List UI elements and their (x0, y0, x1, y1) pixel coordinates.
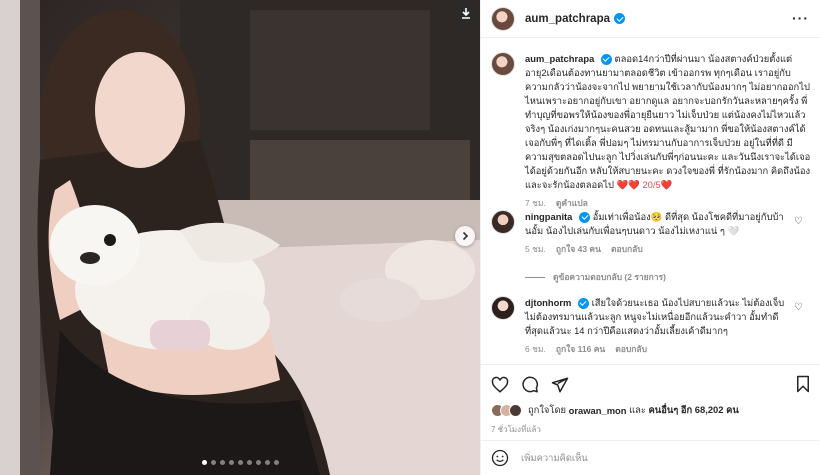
post-username[interactable]: aum_patchrapa (525, 13, 610, 25)
comment-likes[interactable]: ถูกใจ 43 คน (556, 242, 601, 256)
likes-user[interactable]: orawan_mon (569, 405, 627, 416)
photo-scene (0, 0, 480, 475)
verified-icon (579, 211, 591, 223)
add-comment-bar: เพิ่มความคิดเห็น (481, 440, 820, 475)
heart-icon[interactable]: ♡ (794, 216, 803, 227)
avatar[interactable] (491, 210, 515, 234)
avatar (509, 404, 522, 417)
avatar[interactable] (491, 52, 515, 76)
caption-hearts: ❤️❤️ 20/5❤️ (616, 179, 673, 190)
post-side-panel: aum_patchrapa ··· aum_patchrapa ตลอด14กว… (480, 0, 820, 475)
comment-icon[interactable] (521, 376, 539, 394)
caption-time: 7 ชม. (525, 198, 546, 208)
carousel-dot (219, 460, 225, 465)
post-photo (0, 0, 480, 475)
verified-icon (614, 13, 626, 24)
more-icon[interactable]: ··· (792, 10, 809, 26)
see-translation-link[interactable]: ดูคำแปล (556, 196, 588, 210)
view-replies[interactable]: ดูข้อความตอบกลับ (2 รายการ) (525, 270, 666, 284)
comment-time: 6 ชม. (525, 344, 546, 354)
post-time: 7 ชั่วโมงที่แล้ว (491, 425, 541, 434)
carousel-dot (228, 460, 234, 465)
likes-prefix: ถูกใจโดย (528, 404, 567, 415)
comment-time: 5 ชม. (525, 244, 546, 254)
carousel-dot (264, 460, 270, 465)
post-header: aum_patchrapa ··· (481, 0, 820, 38)
comment-likes[interactable]: ถูกใจ 116 คน (556, 342, 605, 356)
carousel-dot (210, 460, 216, 465)
caption: aum_patchrapa ตลอด14กว่าปีที่ผ่านมา น้อง… (491, 52, 811, 210)
verified-icon (577, 297, 589, 309)
next-image-button[interactable] (455, 226, 475, 246)
caption-text: ตลอด14กว่าปีที่ผ่านมา น้องสตางค์ป่วยตั้ง… (525, 53, 811, 190)
view-replies-label[interactable]: ดูข้อความตอบกลับ (2 รายการ) (553, 270, 666, 284)
reply-button[interactable]: ตอบกลับ (611, 242, 643, 256)
carousel-dot (246, 460, 252, 465)
likes-others[interactable]: คนอื่นๆ อีก 68,202 คน (649, 403, 739, 418)
heart-icon[interactable] (491, 376, 509, 394)
verified-icon (600, 53, 612, 65)
carousel-dots (0, 460, 480, 465)
likes-summary: ถูกใจโดย orawan_mon และ คนอื่นๆ อีก 68,2… (491, 403, 811, 418)
action-bar: ถูกใจโดย orawan_mon และ คนอื่นๆ อีก 68,2… (481, 364, 820, 436)
comment: djtonhorm เสียใจด้วยนะเธอ น้องไปสบายแล้ว… (491, 296, 811, 356)
bookmark-icon[interactable] (795, 375, 811, 393)
reply-button[interactable]: ตอบกลับ (615, 342, 647, 356)
carousel-dot (255, 460, 261, 465)
add-comment-input[interactable]: เพิ่มความคิดเห็น (521, 451, 588, 466)
avatar[interactable] (491, 296, 515, 320)
heart-icon[interactable]: ♡ (794, 302, 803, 313)
likes-mid: และ (629, 404, 646, 415)
download-icon[interactable] (456, 4, 476, 22)
comment: ningpanita อั้มเท่าเพื่อน้อง🥺 ดีที่สุด น… (491, 210, 811, 256)
share-icon[interactable] (551, 376, 569, 394)
carousel-dot (201, 460, 207, 465)
comment-username[interactable]: djtonhorm (525, 297, 571, 308)
emoji-icon[interactable] (491, 449, 509, 467)
caption-username[interactable]: aum_patchrapa (525, 53, 594, 64)
avatar[interactable] (491, 6, 515, 31)
carousel-dot (237, 460, 243, 465)
chevron-right-icon (462, 231, 469, 241)
comment-username[interactable]: ningpanita (525, 211, 572, 222)
carousel-dot (273, 460, 279, 465)
